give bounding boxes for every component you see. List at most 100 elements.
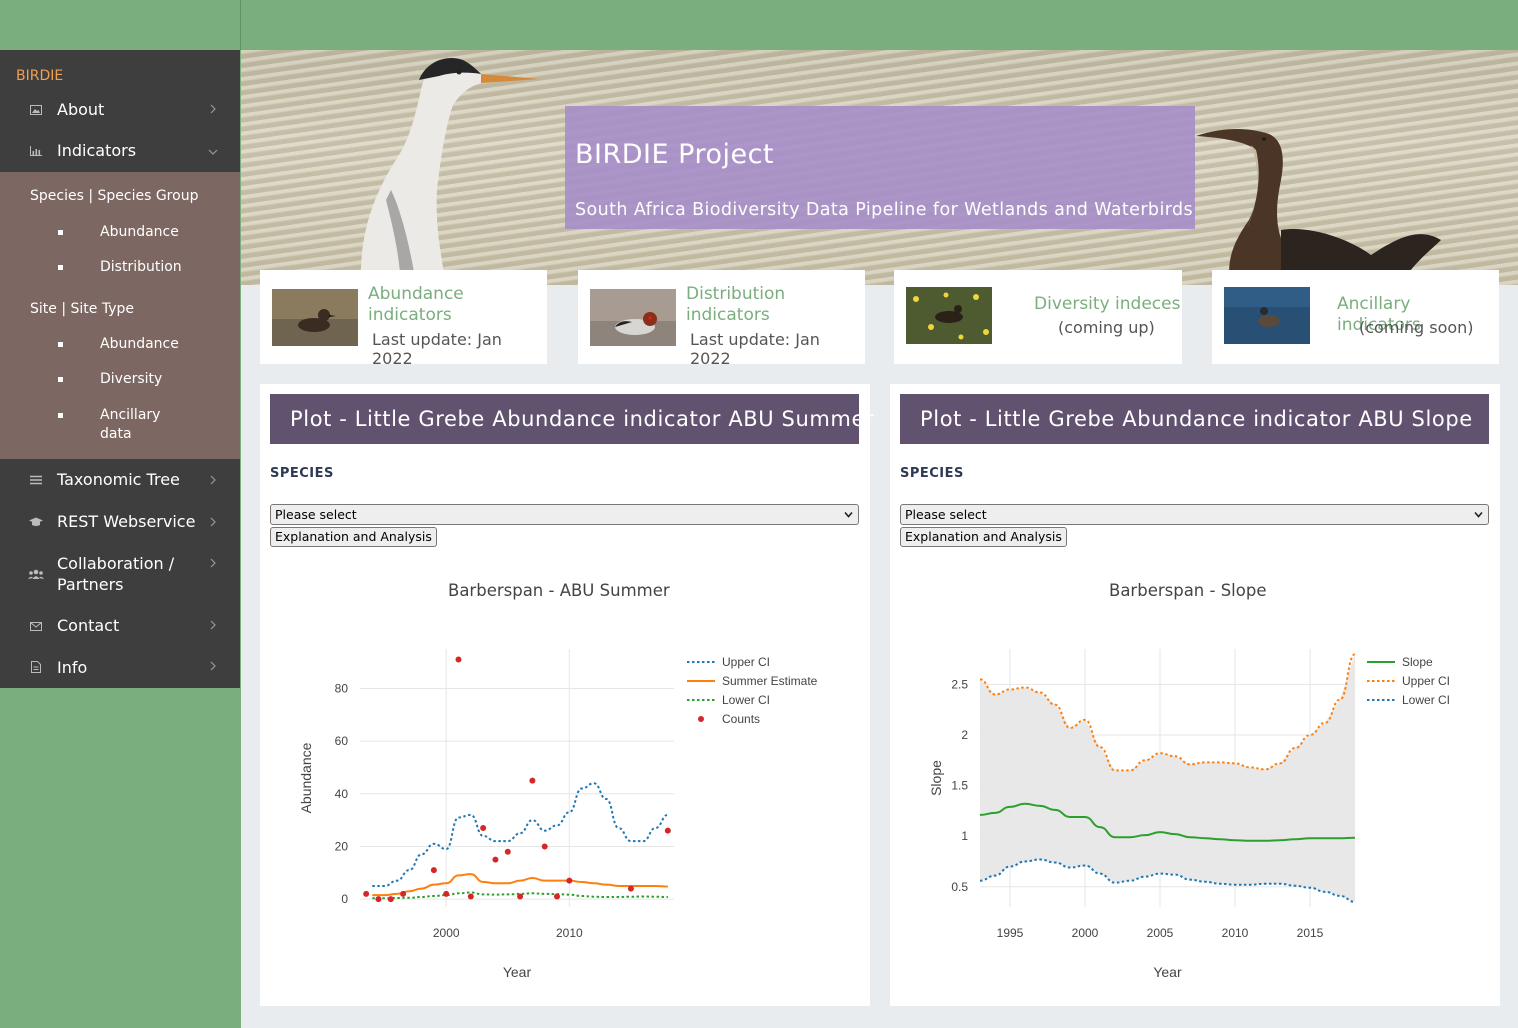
card-title: Abundance indicators — [368, 284, 464, 325]
submenu-item-label: Diversity — [100, 371, 163, 387]
sidebar-item-contact[interactable]: Contact — [0, 606, 240, 647]
y-tick-label: 2.5 — [951, 677, 968, 691]
y-tick-label: 40 — [335, 787, 349, 801]
top-bar-divider — [240, 0, 241, 50]
indicators-submenu: Species | Species Group Abundance Distri… — [0, 172, 240, 459]
waterlily-thumbnail — [906, 287, 992, 344]
chevron-right-icon — [210, 620, 216, 630]
abu-summer-chart: 2000 2010 0 20 40 60 80 Year Abundance Upper CI Su… — [298, 649, 818, 980]
x-tick-label: 1995 — [997, 926, 1024, 940]
sidebar: BIRDIE About Indicators Species | Specie… — [0, 50, 240, 688]
y-tick-label: 80 — [335, 681, 349, 695]
bullet-icon — [58, 230, 63, 235]
y-tick-label: 20 — [335, 839, 349, 853]
count-point — [387, 896, 394, 903]
chevron-right-icon — [210, 517, 216, 527]
top-bar — [0, 0, 1518, 50]
legend-label: Upper CI — [722, 655, 770, 669]
sidebar-item-indicators[interactable]: Indicators — [0, 130, 240, 172]
x-axis-title: Year — [503, 964, 532, 980]
count-point — [467, 893, 474, 900]
legend-label: Upper CI — [1402, 674, 1450, 688]
sidebar-item-label: Collaboration / Partners — [57, 554, 175, 594]
legend-label: Lower CI — [1402, 693, 1450, 707]
chevron-right-icon — [210, 475, 216, 485]
y-tick-label: 60 — [335, 734, 349, 748]
plot-panel-abu-slope: Plot - Little Grebe Abundance indicator … — [890, 384, 1500, 1006]
x-tick-label: 2000 — [433, 926, 460, 940]
legend-label: Lower CI — [722, 693, 770, 707]
card-subtitle: (coming up) — [1058, 318, 1155, 337]
card-title: Distribution indicators — [686, 284, 786, 325]
diversity-indices-card[interactable]: Diversity indeces (coming up) — [894, 270, 1182, 364]
x-tick-label: 2005 — [1147, 926, 1174, 940]
chevron-down-icon — [208, 149, 218, 155]
sidebar-item-collaboration[interactable]: Collaboration / Partners — [0, 543, 240, 606]
sidebar-item-taxonomic-tree[interactable]: Taxonomic Tree — [0, 459, 240, 501]
count-point — [541, 843, 548, 850]
hero-title: BIRDIE Project — [575, 139, 775, 170]
distribution-indicators-card[interactable]: Distribution indicators Last update: Jan … — [578, 270, 865, 368]
bullet-icon — [58, 342, 63, 347]
y-axis-title: Slope — [928, 760, 944, 796]
count-point — [566, 877, 573, 884]
sidebar-item-label: Indicators — [57, 141, 137, 160]
count-point — [375, 896, 382, 903]
chevron-right-icon — [210, 558, 216, 568]
count-point — [492, 856, 499, 863]
plot-panel-abu-summer: Plot - Little Grebe Abundance indicator … — [260, 384, 874, 1006]
sidebar-item-label: REST Webservice — [57, 512, 196, 531]
sidebar-item-info[interactable]: Info — [0, 647, 240, 688]
count-point — [430, 867, 437, 874]
submenu-heading-species: Species | Species Group — [30, 188, 199, 204]
series-line-summer-estimate — [372, 873, 668, 897]
card-subtitle: (coming soon) — [1359, 318, 1474, 337]
slope-chart: 1995 2000 2005 2010 2015 0.5 1 1.5 2 2.5 Year Slope… — [928, 649, 1450, 980]
y-axis-title: Abundance — [298, 742, 314, 813]
brand-label[interactable]: BIRDIE — [16, 68, 63, 84]
count-point — [455, 656, 462, 663]
chevron-right-icon — [210, 104, 216, 114]
x-tick-label: 2015 — [1297, 926, 1324, 940]
sidebar-item-rest-webservice[interactable]: REST Webservice — [0, 501, 240, 543]
hero-subtitle: South Africa Biodiversity Data Pipeline … — [575, 200, 1194, 220]
count-point — [363, 890, 370, 897]
count-point — [554, 893, 561, 900]
hero-title-box: BIRDIE Project South Africa Biodiversity… — [565, 106, 1195, 229]
sidebar-item-label: Taxonomic Tree — [57, 470, 180, 489]
count-point — [443, 890, 450, 897]
y-tick-label: 0.5 — [951, 880, 968, 894]
pochard-thumbnail — [590, 289, 676, 346]
card-subtitle: Last update: Jan 2022 — [372, 330, 502, 368]
users-icon — [28, 567, 44, 581]
legend-label: Counts — [722, 712, 760, 726]
ancillary-indicators-card[interactable]: Ancillary indicators (coming soon) — [1212, 270, 1499, 364]
little-grebe-thumbnail — [272, 289, 358, 346]
sidebar-item-label: About — [57, 100, 105, 119]
file-icon — [28, 660, 44, 674]
count-point — [480, 825, 487, 832]
legend-label: Summer Estimate — [722, 674, 818, 688]
submenu-item-label: Ancillary data — [100, 407, 161, 442]
sidebar-item-label: Contact — [57, 616, 120, 635]
abundance-indicators-card[interactable]: Abundance indicators Last update: Jan 202… — [260, 270, 547, 368]
graduation-cap-icon — [28, 515, 44, 529]
count-point — [664, 827, 671, 834]
sidebar-item-about[interactable]: About — [0, 90, 240, 130]
x-tick-label: 2010 — [1222, 926, 1249, 940]
x-tick-label: 2010 — [556, 926, 583, 940]
chevron-right-icon — [210, 661, 216, 671]
submenu-item-label: Distribution — [100, 259, 182, 275]
submenu-item-label: Abundance — [100, 224, 179, 240]
bullet-icon — [58, 413, 63, 418]
submenu-heading-site: Site | Site Type — [30, 301, 134, 317]
legend-label: Slope — [1402, 655, 1433, 669]
y-tick-label: 0 — [341, 892, 348, 906]
count-point — [627, 885, 634, 892]
list-icon — [28, 473, 44, 487]
legend-marker — [698, 716, 704, 722]
main-content: BIRDIE Project South Africa Biodiversity… — [241, 50, 1518, 1028]
count-point — [400, 890, 407, 897]
x-tick-label: 2000 — [1072, 926, 1099, 940]
bullet-icon — [58, 265, 63, 270]
